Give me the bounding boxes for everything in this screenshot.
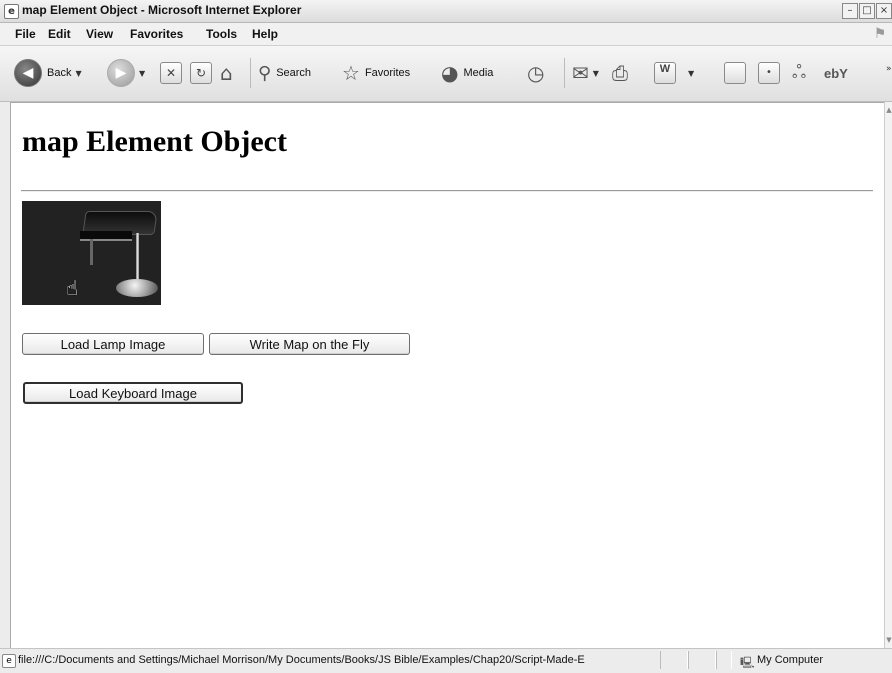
lamp-image[interactable]: ☝ xyxy=(22,201,161,305)
mail-icon: ✉ xyxy=(572,61,589,85)
stop-button[interactable]: ✕ xyxy=(160,56,182,90)
computer-zone-icon: 🖳 xyxy=(740,656,755,669)
menu-tools[interactable]: Tools xyxy=(206,27,237,41)
minimize-icon[interactable]: – xyxy=(842,3,858,19)
media-label: Media xyxy=(463,67,494,79)
maximize-icon[interactable]: □ xyxy=(859,3,875,19)
back-label: Back xyxy=(47,67,72,79)
ebay-icon: ebY xyxy=(824,65,848,81)
messenger-icon: • xyxy=(758,62,780,84)
research-icon: ஃ xyxy=(792,61,807,83)
search-button[interactable]: ⚲ Search xyxy=(258,56,311,90)
forward-button[interactable]: ▶ ▼ xyxy=(107,56,145,90)
mail-dropdown-icon[interactable]: ▼ xyxy=(593,69,599,78)
menu-favorites[interactable]: Favorites xyxy=(130,27,183,41)
load-lamp-image-button[interactable]: Load Lamp Image xyxy=(22,333,204,355)
status-pane xyxy=(688,651,716,669)
lamp-neck xyxy=(136,233,139,285)
toolbar-overflow-icon[interactable]: » xyxy=(886,52,892,86)
close-icon[interactable]: × xyxy=(876,3,892,19)
home-button[interactable]: ⌂ xyxy=(220,56,233,90)
back-dropdown-icon[interactable]: ▼ xyxy=(75,69,81,78)
menu-file[interactable]: File xyxy=(15,27,36,41)
menu-bar: File Edit View Favorites Tools Help ⚑ xyxy=(0,23,892,46)
page-content: map Element Object ☝ Load Lamp Image Wri… xyxy=(10,102,884,649)
lamp-chain xyxy=(90,239,93,265)
load-keyboard-image-button[interactable]: Load Keyboard Image xyxy=(23,382,243,404)
favorites-button[interactable]: ☆ Favorites xyxy=(342,56,410,90)
home-icon: ⌂ xyxy=(220,61,233,85)
lamp-base xyxy=(116,279,158,297)
search-icon: ⚲ xyxy=(258,62,272,84)
word-button[interactable]: W ▼ xyxy=(654,56,694,90)
hand-cursor-icon: ☝ xyxy=(66,276,79,300)
window-title: map Element Object - Microsoft Internet … xyxy=(22,3,302,17)
scroll-down-icon[interactable]: ▼ xyxy=(885,636,892,644)
word-icon: W xyxy=(654,62,676,84)
favorites-label: Favorites xyxy=(364,67,411,79)
media-button[interactable]: ◕ Media xyxy=(441,56,493,90)
refresh-button[interactable]: ↻ xyxy=(190,56,212,90)
scroll-up-icon[interactable]: ▲ xyxy=(885,106,892,114)
page-title: map Element Object xyxy=(22,125,287,158)
write-map-on-the-fly-button[interactable]: Write Map on the Fly xyxy=(209,333,410,355)
menu-edit[interactable]: Edit xyxy=(48,27,71,41)
status-url: file:///C:/Documents and Settings/Michae… xyxy=(18,654,585,666)
edit-dropdown-icon[interactable]: ▼ xyxy=(688,69,694,78)
windows-logo-icon: ⚑ xyxy=(873,26,887,42)
browser-window: e map Element Object - Microsoft Interne… xyxy=(0,0,892,673)
horizontal-rule xyxy=(21,190,873,192)
refresh-icon: ↻ xyxy=(190,62,212,84)
search-label: Search xyxy=(276,67,312,79)
back-icon: ◀ xyxy=(14,59,42,87)
forward-icon: ▶ xyxy=(107,59,135,87)
lamp-shade-rim xyxy=(80,231,132,241)
mail-button[interactable]: ✉ ▼ xyxy=(572,56,599,90)
favorites-icon: ☆ xyxy=(342,61,360,85)
vertical-scrollbar[interactable]: ▲ ▼ xyxy=(884,102,892,648)
toolbar-divider xyxy=(564,58,565,88)
blank-page-button[interactable] xyxy=(724,56,746,90)
toolbar: ◀ Back ▼ ▶ ▼ ✕ ↻ ⌂ ⚲ Search ☆ Favorites … xyxy=(0,46,892,102)
status-bar: e file:///C:/Documents and Settings/Mich… xyxy=(0,648,892,673)
print-icon: ⎙ xyxy=(612,61,628,85)
menu-view[interactable]: View xyxy=(86,27,113,41)
menu-help[interactable]: Help xyxy=(252,27,278,41)
status-pane xyxy=(660,651,688,669)
blank-page-icon xyxy=(724,62,746,84)
ie-page-icon: e xyxy=(4,4,19,19)
page-status-icon: e xyxy=(2,654,16,668)
status-pane xyxy=(716,651,732,669)
toolbar-divider xyxy=(250,58,251,88)
history-icon: ◷ xyxy=(527,61,545,85)
research-button[interactable]: ஃ xyxy=(792,56,806,90)
discuss-button[interactable]: • xyxy=(758,56,780,90)
stop-icon: ✕ xyxy=(160,62,182,84)
history-button[interactable]: ◷ xyxy=(527,56,544,90)
window-controls: – □ × xyxy=(842,3,892,19)
security-zone-label: My Computer xyxy=(757,654,824,666)
print-button[interactable]: ⎙ xyxy=(612,56,628,90)
title-bar: e map Element Object - Microsoft Interne… xyxy=(0,0,892,23)
media-icon: ◕ xyxy=(441,61,459,85)
ebay-button[interactable]: ebY xyxy=(824,56,848,90)
forward-dropdown-icon[interactable]: ▼ xyxy=(139,69,145,78)
back-button[interactable]: ◀ Back ▼ xyxy=(14,56,82,90)
